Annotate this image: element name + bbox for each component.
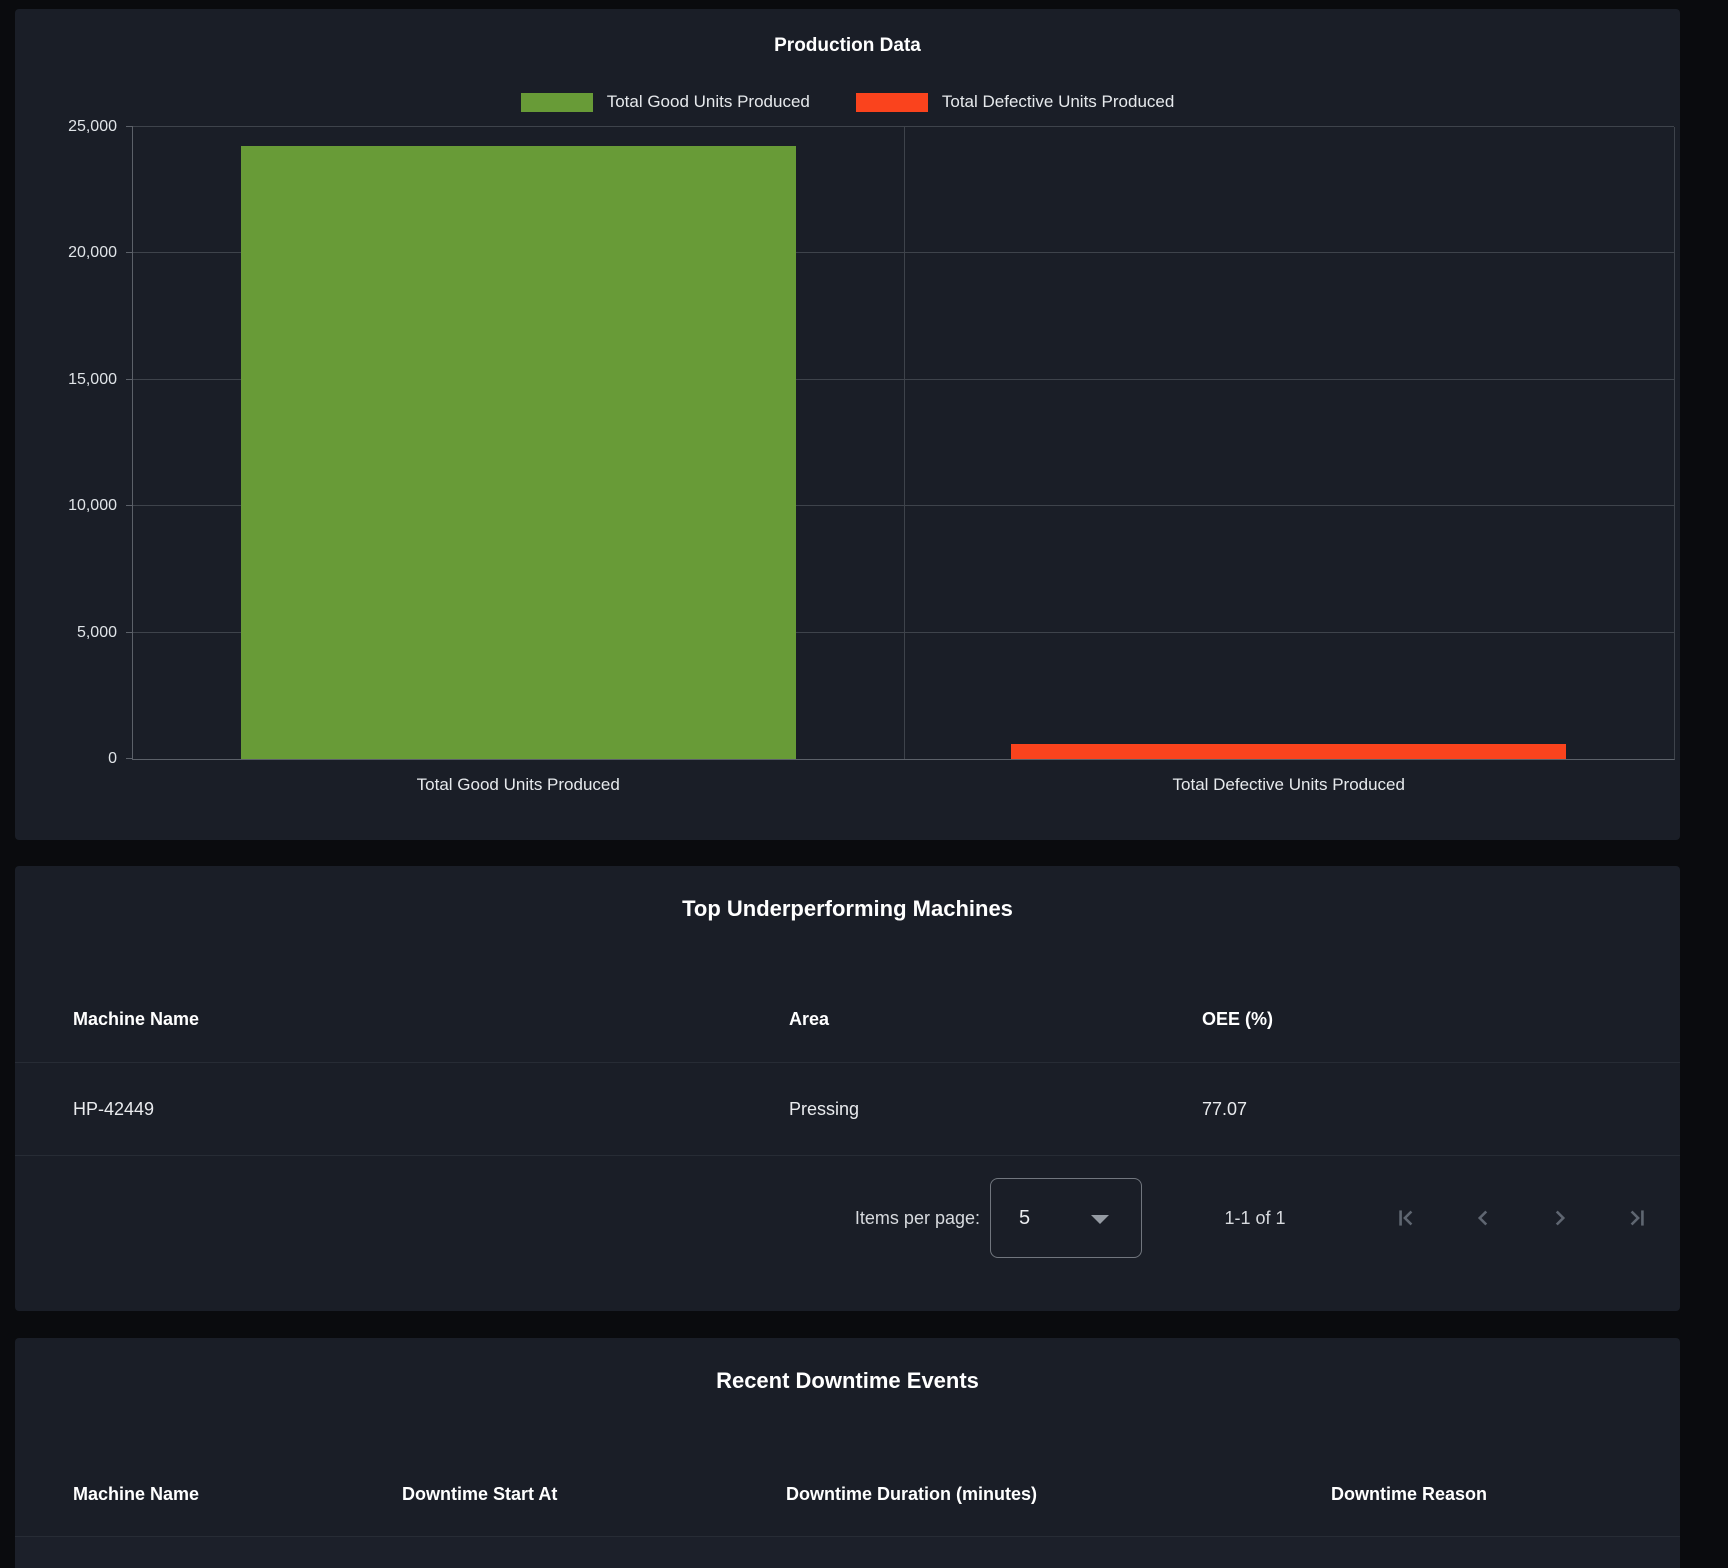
- x-axis-label-0: Total Good Units Produced: [133, 775, 904, 795]
- x-axis-label-1: Total Defective Units Produced: [904, 775, 1675, 795]
- y-axis-tick-mark: [126, 632, 133, 633]
- column-header: Downtime Start At: [344, 1484, 728, 1505]
- items-per-page-value: 5: [1019, 1207, 1030, 1230]
- x-axis-labels: Total Good Units ProducedTotal Defective…: [133, 775, 1674, 795]
- chart-title: Production Data: [15, 35, 1680, 57]
- legend-item-1[interactable]: Total Defective Units Produced: [856, 92, 1174, 112]
- legend-swatch: [856, 93, 928, 112]
- caret-down-icon: [1091, 1215, 1109, 1224]
- column-header: OEE (%): [1144, 1009, 1680, 1030]
- partial-row: [15, 1537, 1680, 1568]
- y-axis-tick-label: 25,000: [7, 118, 117, 136]
- legend-swatch: [521, 93, 593, 112]
- chart-legend: Total Good Units Produced Total Defective…: [15, 91, 1680, 113]
- downtime-table: Machine NameDowntime Start AtDowntime Du…: [15, 1453, 1680, 1568]
- underperforming-table: Machine NameAreaOEE (%)HP-42449Pressing7…: [15, 976, 1680, 1156]
- paginator-buttons: [1386, 1198, 1657, 1238]
- downtime-title: Recent Downtime Events: [15, 1368, 1680, 1394]
- cell: 77.07: [1144, 1099, 1680, 1120]
- legend-label: Total Good Units Produced: [607, 92, 810, 112]
- y-axis-tick-label: 5,000: [7, 624, 117, 642]
- legend-label: Total Defective Units Produced: [942, 92, 1174, 112]
- y-axis-tick-label: 0: [7, 750, 117, 768]
- page-range-label: 1-1 of 1: [1142, 1208, 1368, 1229]
- column-header: Machine Name: [15, 1484, 344, 1505]
- y-axis-tick-mark: [126, 379, 133, 380]
- first-page-icon: [1393, 1205, 1419, 1231]
- last-page-button[interactable]: [1617, 1198, 1657, 1238]
- table-header-row: Machine NameAreaOEE (%): [15, 976, 1680, 1063]
- underperforming-machines-card: Top Underperforming Machines Machine Nam…: [15, 866, 1680, 1311]
- bar-slot-1: [904, 127, 1675, 759]
- table-row: HP-42449Pressing77.07: [15, 1063, 1680, 1156]
- y-axis-tick-mark: [126, 758, 133, 759]
- column-header: Machine Name: [15, 1009, 731, 1030]
- legend-item-0[interactable]: Total Good Units Produced: [521, 92, 810, 112]
- y-axis-tick-label: 20,000: [7, 244, 117, 262]
- y-axis-tick-label: 15,000: [7, 371, 117, 389]
- production-chart-card: Production Data Total Good Units Produce…: [15, 9, 1680, 840]
- first-page-button[interactable]: [1386, 1198, 1426, 1238]
- table-header-row: Machine NameDowntime Start AtDowntime Du…: [15, 1453, 1680, 1537]
- column-header: Downtime Reason: [1273, 1484, 1680, 1505]
- next-page-button[interactable]: [1540, 1198, 1580, 1238]
- bar-slot-0: [133, 127, 904, 759]
- items-per-page-label: Items per page:: [855, 1208, 980, 1229]
- y-axis-tick-label: 10,000: [7, 497, 117, 515]
- cell: Pressing: [731, 1099, 1144, 1120]
- paginator: Items per page: 5 1-1 of 1: [855, 1178, 1667, 1258]
- y-axis-tick-mark: [126, 126, 133, 127]
- bar-1[interactable]: [1011, 744, 1566, 759]
- column-header: Downtime Duration (minutes): [728, 1484, 1273, 1505]
- y-axis-tick-mark: [126, 252, 133, 253]
- plot-area: Total Good Units ProducedTotal Defective…: [132, 127, 1675, 760]
- column-header: Area: [731, 1009, 1144, 1030]
- chevron-right-icon: [1547, 1205, 1573, 1231]
- underperforming-title: Top Underperforming Machines: [15, 896, 1680, 922]
- cell: HP-42449: [15, 1099, 731, 1120]
- y-axis-tick-mark: [126, 505, 133, 506]
- chevron-left-icon: [1470, 1205, 1496, 1231]
- previous-page-button[interactable]: [1463, 1198, 1503, 1238]
- last-page-icon: [1624, 1205, 1650, 1231]
- downtime-events-card: Recent Downtime Events Machine NameDownt…: [15, 1338, 1680, 1568]
- items-per-page-select[interactable]: 5: [990, 1178, 1142, 1258]
- bar-0[interactable]: [241, 146, 796, 759]
